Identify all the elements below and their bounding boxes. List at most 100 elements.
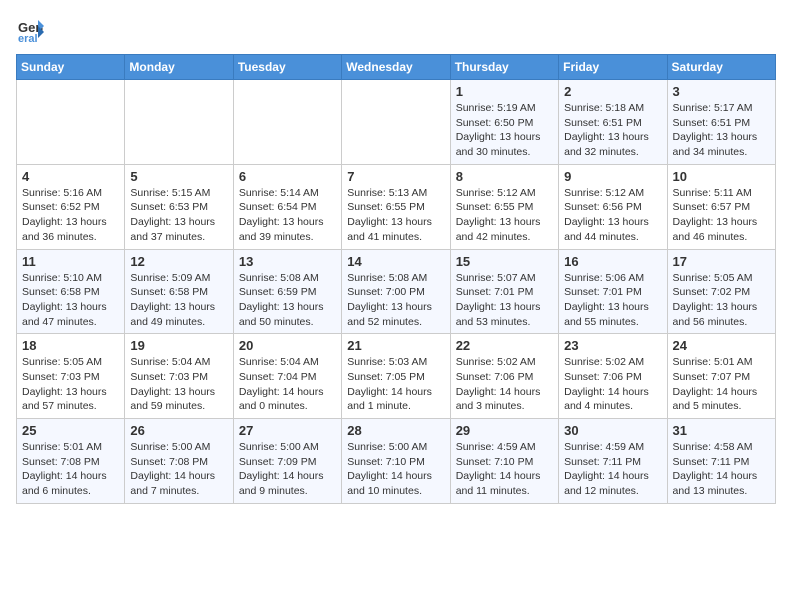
day-cell: 27 Sunrise: 5:00 AMSunset: 7:09 PMDayligh… xyxy=(233,419,341,504)
day-number: 17 xyxy=(673,254,770,269)
day-number: 3 xyxy=(673,84,770,99)
header-row: SundayMondayTuesdayWednesdayThursdayFrid… xyxy=(17,55,776,80)
day-info: Sunrise: 5:15 AMSunset: 6:53 PMDaylight:… xyxy=(130,186,227,245)
day-info: Sunrise: 5:08 AMSunset: 6:59 PMDaylight:… xyxy=(239,271,336,330)
day-number: 7 xyxy=(347,169,444,184)
day-cell: 28 Sunrise: 5:00 AMSunset: 7:10 PMDayligh… xyxy=(342,419,450,504)
day-cell: 30 Sunrise: 4:59 AMSunset: 7:11 PMDayligh… xyxy=(559,419,667,504)
day-cell: 23 Sunrise: 5:02 AMSunset: 7:06 PMDayligh… xyxy=(559,334,667,419)
day-info: Sunrise: 5:09 AMSunset: 6:58 PMDaylight:… xyxy=(130,271,227,330)
day-cell xyxy=(125,80,233,165)
day-info: Sunrise: 5:16 AMSunset: 6:52 PMDaylight:… xyxy=(22,186,119,245)
day-cell: 24 Sunrise: 5:01 AMSunset: 7:07 PMDayligh… xyxy=(667,334,775,419)
day-number: 23 xyxy=(564,338,661,353)
day-cell: 20Sunrise: 5:04 AMSunset: 7:04 PMDayligh… xyxy=(233,334,341,419)
day-number: 16 xyxy=(564,254,661,269)
day-cell: 13Sunrise: 5:08 AMSunset: 6:59 PMDayligh… xyxy=(233,249,341,334)
day-info: Sunrise: 5:08 AMSunset: 7:00 PMDaylight:… xyxy=(347,271,444,330)
day-cell: 22 Sunrise: 5:02 AMSunset: 7:06 PMDayligh… xyxy=(450,334,558,419)
day-number: 8 xyxy=(456,169,553,184)
day-cell: 5 Sunrise: 5:15 AMSunset: 6:53 PMDaylight… xyxy=(125,164,233,249)
day-info: Sunrise: 5:04 AMSunset: 7:03 PMDaylight:… xyxy=(130,355,227,414)
day-number: 6 xyxy=(239,169,336,184)
day-cell: 10 Sunrise: 5:11 AMSunset: 6:57 PMDayligh… xyxy=(667,164,775,249)
day-number: 14 xyxy=(347,254,444,269)
day-number: 22 xyxy=(456,338,553,353)
day-cell: 29 Sunrise: 4:59 AMSunset: 7:10 PMDayligh… xyxy=(450,419,558,504)
day-number: 1 xyxy=(456,84,553,99)
day-cell: 26 Sunrise: 5:00 AMSunset: 7:08 PMDayligh… xyxy=(125,419,233,504)
week-row-1: 1 Sunrise: 5:19 AMSunset: 6:50 PMDaylight… xyxy=(17,80,776,165)
day-number: 2 xyxy=(564,84,661,99)
day-cell: 7 Sunrise: 5:13 AMSunset: 6:55 PMDaylight… xyxy=(342,164,450,249)
day-number: 30 xyxy=(564,423,661,438)
day-cell: 1 Sunrise: 5:19 AMSunset: 6:50 PMDaylight… xyxy=(450,80,558,165)
day-info: Sunrise: 5:17 AMSunset: 6:51 PMDaylight:… xyxy=(673,101,770,160)
day-info: Sunrise: 5:00 AMSunset: 7:09 PMDaylight:… xyxy=(239,440,336,499)
day-info: Sunrise: 5:05 AMSunset: 7:03 PMDaylight:… xyxy=(22,355,119,414)
day-number: 10 xyxy=(673,169,770,184)
week-row-2: 4 Sunrise: 5:16 AMSunset: 6:52 PMDaylight… xyxy=(17,164,776,249)
header-cell-friday: Friday xyxy=(559,55,667,80)
day-cell: 18 Sunrise: 5:05 AMSunset: 7:03 PMDayligh… xyxy=(17,334,125,419)
day-info: Sunrise: 5:05 AMSunset: 7:02 PMDaylight:… xyxy=(673,271,770,330)
day-cell: 14 Sunrise: 5:08 AMSunset: 7:00 PMDayligh… xyxy=(342,249,450,334)
day-number: 25 xyxy=(22,423,119,438)
day-info: Sunrise: 5:02 AMSunset: 7:06 PMDaylight:… xyxy=(564,355,661,414)
day-info: Sunrise: 5:14 AMSunset: 6:54 PMDaylight:… xyxy=(239,186,336,245)
day-number: 28 xyxy=(347,423,444,438)
logo: Gen eral xyxy=(16,16,48,44)
day-cell: 12 Sunrise: 5:09 AMSunset: 6:58 PMDayligh… xyxy=(125,249,233,334)
calendar-table: SundayMondayTuesdayWednesdayThursdayFrid… xyxy=(16,54,776,504)
day-number: 29 xyxy=(456,423,553,438)
day-info: Sunrise: 5:11 AMSunset: 6:57 PMDaylight:… xyxy=(673,186,770,245)
header-cell-thursday: Thursday xyxy=(450,55,558,80)
day-info: Sunrise: 5:12 AMSunset: 6:55 PMDaylight:… xyxy=(456,186,553,245)
day-number: 4 xyxy=(22,169,119,184)
day-info: Sunrise: 4:59 AMSunset: 7:11 PMDaylight:… xyxy=(564,440,661,499)
day-info: Sunrise: 5:12 AMSunset: 6:56 PMDaylight:… xyxy=(564,186,661,245)
day-info: Sunrise: 5:00 AMSunset: 7:10 PMDaylight:… xyxy=(347,440,444,499)
day-cell: 16Sunrise: 5:06 AMSunset: 7:01 PMDayligh… xyxy=(559,249,667,334)
day-info: Sunrise: 4:58 AMSunset: 7:11 PMDaylight:… xyxy=(673,440,770,499)
day-number: 11 xyxy=(22,254,119,269)
day-number: 15 xyxy=(456,254,553,269)
day-cell: 15 Sunrise: 5:07 AMSunset: 7:01 PMDayligh… xyxy=(450,249,558,334)
day-info: Sunrise: 5:18 AMSunset: 6:51 PMDaylight:… xyxy=(564,101,661,160)
day-info: Sunrise: 5:02 AMSunset: 7:06 PMDaylight:… xyxy=(456,355,553,414)
day-number: 24 xyxy=(673,338,770,353)
day-number: 12 xyxy=(130,254,227,269)
day-cell xyxy=(233,80,341,165)
day-number: 21 xyxy=(347,338,444,353)
day-number: 27 xyxy=(239,423,336,438)
day-number: 31 xyxy=(673,423,770,438)
day-info: Sunrise: 5:01 AMSunset: 7:07 PMDaylight:… xyxy=(673,355,770,414)
day-cell xyxy=(17,80,125,165)
day-cell: 2 Sunrise: 5:18 AMSunset: 6:51 PMDaylight… xyxy=(559,80,667,165)
day-cell: 8 Sunrise: 5:12 AMSunset: 6:55 PMDaylight… xyxy=(450,164,558,249)
day-info: Sunrise: 5:19 AMSunset: 6:50 PMDaylight:… xyxy=(456,101,553,160)
week-row-4: 18 Sunrise: 5:05 AMSunset: 7:03 PMDayligh… xyxy=(17,334,776,419)
header-cell-saturday: Saturday xyxy=(667,55,775,80)
day-cell: 19 Sunrise: 5:04 AMSunset: 7:03 PMDayligh… xyxy=(125,334,233,419)
header-cell-tuesday: Tuesday xyxy=(233,55,341,80)
day-cell: 6 Sunrise: 5:14 AMSunset: 6:54 PMDaylight… xyxy=(233,164,341,249)
day-number: 26 xyxy=(130,423,227,438)
day-cell: 17 Sunrise: 5:05 AMSunset: 7:02 PMDayligh… xyxy=(667,249,775,334)
day-number: 18 xyxy=(22,338,119,353)
day-info: Sunrise: 5:00 AMSunset: 7:08 PMDaylight:… xyxy=(130,440,227,499)
header-cell-sunday: Sunday xyxy=(17,55,125,80)
day-cell: 9Sunrise: 5:12 AMSunset: 6:56 PMDaylight… xyxy=(559,164,667,249)
day-info: Sunrise: 5:01 AMSunset: 7:08 PMDaylight:… xyxy=(22,440,119,499)
day-cell: 11Sunrise: 5:10 AMSunset: 6:58 PMDayligh… xyxy=(17,249,125,334)
day-info: Sunrise: 5:07 AMSunset: 7:01 PMDaylight:… xyxy=(456,271,553,330)
day-info: Sunrise: 5:13 AMSunset: 6:55 PMDaylight:… xyxy=(347,186,444,245)
day-number: 5 xyxy=(130,169,227,184)
page-header: Gen eral xyxy=(16,16,776,44)
day-info: Sunrise: 5:04 AMSunset: 7:04 PMDaylight:… xyxy=(239,355,336,414)
day-info: Sunrise: 4:59 AMSunset: 7:10 PMDaylight:… xyxy=(456,440,553,499)
day-number: 19 xyxy=(130,338,227,353)
day-cell xyxy=(342,80,450,165)
logo-icon: Gen eral xyxy=(16,16,44,44)
day-cell: 21Sunrise: 5:03 AMSunset: 7:05 PMDayligh… xyxy=(342,334,450,419)
